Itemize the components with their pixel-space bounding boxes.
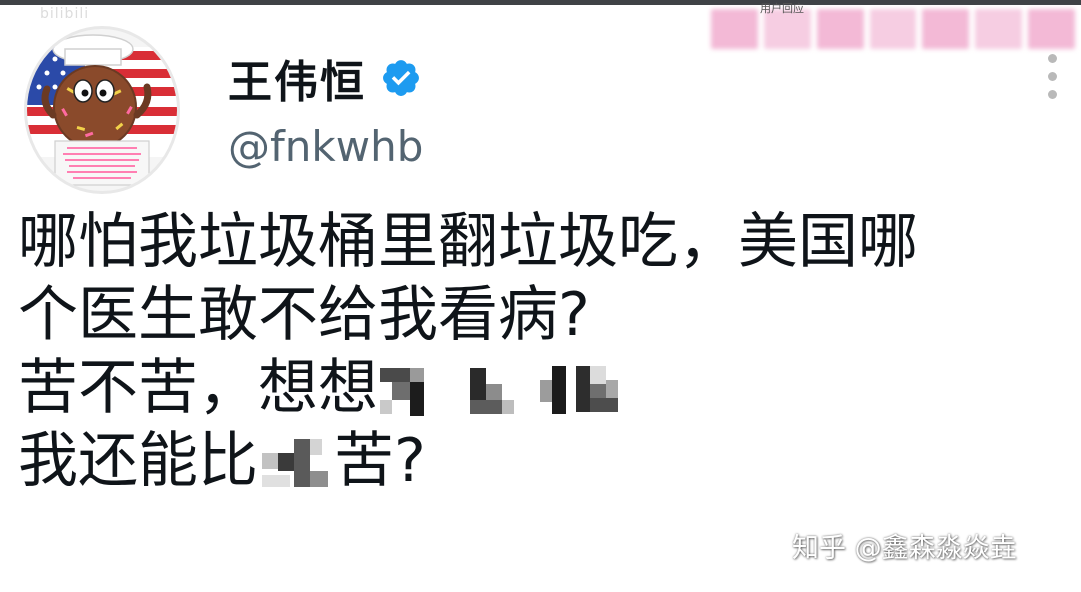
display-name[interactable]: 王伟恒 (228, 46, 366, 110)
user-handle[interactable]: @fnkwhb (228, 122, 423, 171)
verified-badge-icon (383, 60, 419, 96)
redacted-note: 用户回应 (760, 2, 804, 15)
zhihu-watermark: 知乎 @鑫森淼焱垚 (792, 533, 1017, 564)
tweet-line-4-prefix: 我还能比 (18, 426, 258, 496)
tweet-line-3: 苦不苦，想想 (18, 352, 1073, 425)
bilibili-watermark: bilibili (40, 6, 90, 22)
mosaic-redaction-2 (258, 435, 334, 491)
tweet-text: 哪怕我垃圾桶里翻垃圾吃，美国哪 个医生敢不给我看病? 苦不苦，想想 我还能比 苦… (18, 206, 1073, 498)
tweet-line-2: 个医生敢不给我看病? (18, 280, 590, 350)
author-row: 王伟恒 (228, 48, 422, 108)
tweet-line-3-text: 苦不苦，想想 (18, 353, 378, 423)
donut-cartoon-avatar-icon (27, 34, 177, 186)
more-options-icon[interactable] (1048, 54, 1057, 99)
mosaic-redaction-1 (378, 362, 650, 418)
avatar[interactable] (24, 26, 180, 194)
tweet-line-4-suffix: 苦? (334, 426, 426, 496)
tweet-line-4: 我还能比 苦? (18, 425, 1073, 498)
tweet-line-1: 哪怕我垃圾桶里翻垃圾吃，美国哪 (18, 207, 918, 277)
